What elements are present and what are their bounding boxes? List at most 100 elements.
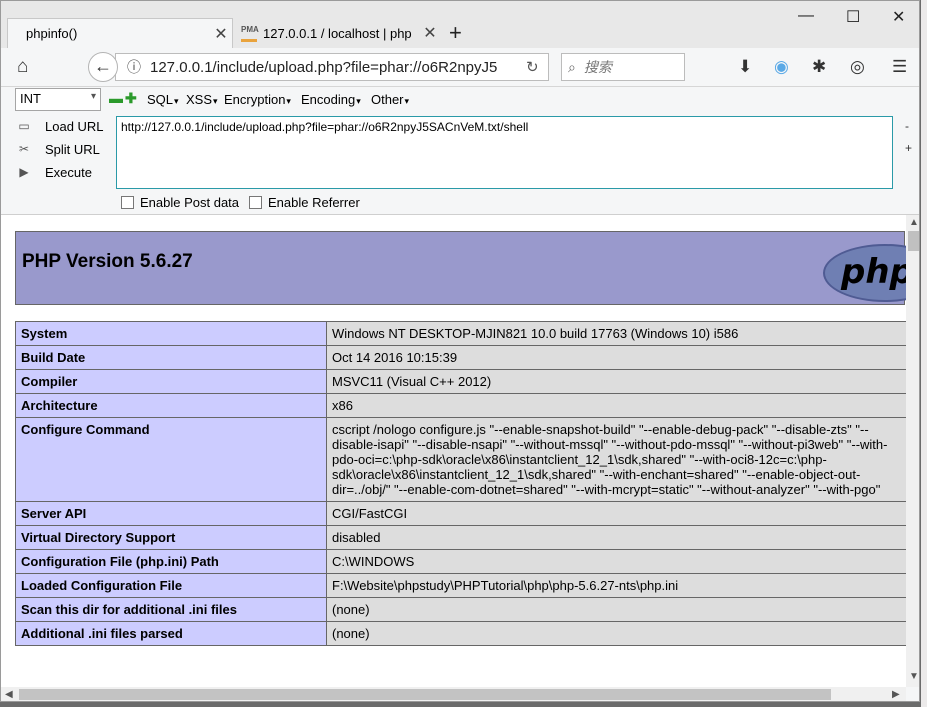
page-content: PHP Version 5.6.27 php SystemWindows NT …	[1, 215, 906, 687]
menu-xss[interactable]: XSS	[186, 92, 218, 107]
sync-icon[interactable]: ◉	[774, 57, 789, 77]
php-header: PHP Version 5.6.27 php	[15, 231, 906, 305]
row-key: Configuration File (php.ini) Path	[15, 549, 327, 574]
shrink-icon[interactable]: -	[905, 119, 909, 133]
table-row: Additional .ini files parsed (none)	[15, 621, 906, 646]
row-key: Loaded Configuration File	[15, 573, 327, 598]
close-window-icon[interactable]: ✕	[892, 7, 905, 27]
table-row: Configure Command cscript /nologo configu…	[15, 417, 906, 502]
row-key: Configure Command	[15, 417, 327, 502]
row-value: MSVC11 (Visual C++ 2012)	[326, 369, 906, 394]
tab-label: 127.0.0.1 / localhost | php	[263, 25, 412, 41]
menu-encryption[interactable]: Encryption	[224, 92, 291, 107]
scroll-right-icon[interactable]: ▶	[892, 689, 900, 700]
home-icon[interactable]: ⌂	[17, 56, 28, 78]
table-row: Build Date Oct 14 2016 10:15:39	[15, 345, 906, 370]
type-select-value: INT	[20, 91, 41, 106]
menu-sql[interactable]: SQL	[147, 92, 179, 107]
address-bar[interactable]: ⓘ ↻	[115, 53, 549, 81]
search-input[interactable]	[581, 58, 676, 76]
tab-close-icon[interactable]: ✕	[210, 24, 232, 44]
scroll-left-icon[interactable]: ◀	[5, 689, 13, 700]
row-value: x86	[326, 393, 906, 418]
scroll-thumb[interactable]	[19, 689, 831, 700]
table-row: Compiler MSVC11 (Visual C++ 2012)	[15, 369, 906, 394]
checkbox-box[interactable]	[249, 196, 262, 209]
table-row: Architecture x86	[15, 393, 906, 418]
url-textarea[interactable]	[117, 117, 895, 189]
back-button[interactable]: ←	[88, 52, 118, 82]
row-value: (none)	[326, 597, 906, 622]
chevron-down-icon: ▾	[90, 91, 96, 102]
load-icon: ▭	[18, 119, 30, 133]
type-select[interactable]: INT ▾	[15, 88, 101, 111]
address-input[interactable]	[148, 57, 522, 77]
background-window-edge	[921, 0, 927, 707]
enable-post-checkbox[interactable]: Enable Post data	[121, 195, 239, 210]
scroll-down-icon[interactable]: ▼	[909, 671, 919, 682]
row-key: Scan this dir for additional .ini files	[15, 597, 327, 622]
minimize-icon[interactable]: —	[798, 7, 814, 25]
tab-phpinfo[interactable]: phpinfo() ✕	[7, 18, 233, 48]
checkbox-box[interactable]	[121, 196, 134, 209]
split-url-button[interactable]: ✂ Split URL	[15, 139, 100, 159]
new-tab-icon[interactable]: +	[449, 20, 462, 46]
browser-window: phpinfo() ✕ PMA 127.0.0.1 / localhost | …	[0, 0, 920, 702]
table-row: Scan this dir for additional .ini files(…	[15, 597, 906, 622]
row-key: Architecture	[15, 393, 327, 418]
info-table: System Windows NT DESKTOP-MJIN821 10.0 bu…	[15, 321, 906, 646]
scissors-icon: ✂	[18, 142, 30, 156]
table-row: Configuration File (php.ini) Path C:\WIND…	[15, 549, 906, 574]
page-title: PHP Version 5.6.27	[22, 251, 193, 272]
table-row: Server API CGI/FastCGI	[15, 501, 906, 526]
table-row: Virtual Directory Support disabled	[15, 525, 906, 550]
menu-icon[interactable]: ☰	[892, 57, 907, 77]
row-value: cscript /nologo configure.js "--enable-s…	[326, 417, 906, 502]
row-key: Server API	[15, 501, 327, 526]
scroll-thumb[interactable]	[908, 231, 919, 251]
maximize-icon[interactable]: ☐	[846, 7, 860, 27]
extension-icon[interactable]: ◎	[850, 57, 865, 77]
row-key: Additional .ini files parsed	[15, 621, 327, 646]
row-key: Build Date	[15, 345, 327, 370]
tab-bar: phpinfo() ✕ PMA 127.0.0.1 / localhost | …	[1, 1, 919, 48]
download-icon[interactable]: ⬇	[738, 57, 752, 77]
row-value: Windows NT DESKTOP-MJIN821 10.0 build 17…	[326, 321, 906, 346]
row-value: CGI/FastCGI	[326, 501, 906, 526]
load-url-button[interactable]: ▭ Load URL	[15, 116, 103, 136]
row-key: Compiler	[15, 369, 327, 394]
row-value: C:\WINDOWS	[326, 549, 906, 574]
menu-encoding[interactable]: Encoding	[301, 92, 361, 107]
php-logo: php	[823, 244, 906, 302]
row-value: disabled	[326, 525, 906, 550]
decrease-icon[interactable]: ▬	[109, 90, 123, 106]
execute-label: Execute	[45, 164, 92, 180]
enable-referrer-checkbox[interactable]: Enable Referrer	[249, 195, 360, 210]
enable-referrer-label: Enable Referrer	[268, 195, 360, 210]
split-url-label: Split URL	[45, 141, 100, 157]
tab-label: phpinfo()	[26, 26, 78, 41]
row-value: (none)	[326, 621, 906, 646]
hackbar: INT ▾ ▬ ✚ SQL XSS Encryption Encoding Ot…	[1, 87, 919, 215]
play-icon: ▶	[19, 165, 29, 179]
table-row: Loaded Configuration File F:\Website\phps…	[15, 573, 906, 598]
enable-post-label: Enable Post data	[140, 195, 240, 210]
increase-icon[interactable]: ✚	[125, 90, 137, 107]
bug-icon[interactable]: ✱	[812, 57, 826, 77]
row-key: Virtual Directory Support	[15, 525, 327, 550]
horizontal-scrollbar[interactable]: ◀ ▶	[1, 687, 906, 701]
reload-icon[interactable]: ↻	[526, 58, 539, 76]
search-box[interactable]: ⌕	[561, 53, 685, 81]
info-icon[interactable]: ⓘ	[124, 57, 144, 77]
tab-close-icon[interactable]: ✕	[419, 23, 441, 43]
scroll-up-icon[interactable]: ▲	[909, 217, 919, 228]
tab-phpmyadmin[interactable]: PMA 127.0.0.1 / localhost | php ✕	[237, 18, 441, 48]
vertical-scrollbar[interactable]: ▲ ▼	[906, 215, 919, 687]
execute-button[interactable]: ▶ Execute	[15, 162, 92, 182]
row-value: Oct 14 2016 10:15:39	[326, 345, 906, 370]
row-value: F:\Website\phpstudy\PHPTutorial\php\php-…	[326, 573, 906, 598]
search-icon: ⌕	[568, 58, 576, 75]
url-textarea-box[interactable]	[116, 116, 895, 189]
menu-other[interactable]: Other	[371, 92, 409, 107]
expand-icon[interactable]: +	[905, 141, 912, 155]
